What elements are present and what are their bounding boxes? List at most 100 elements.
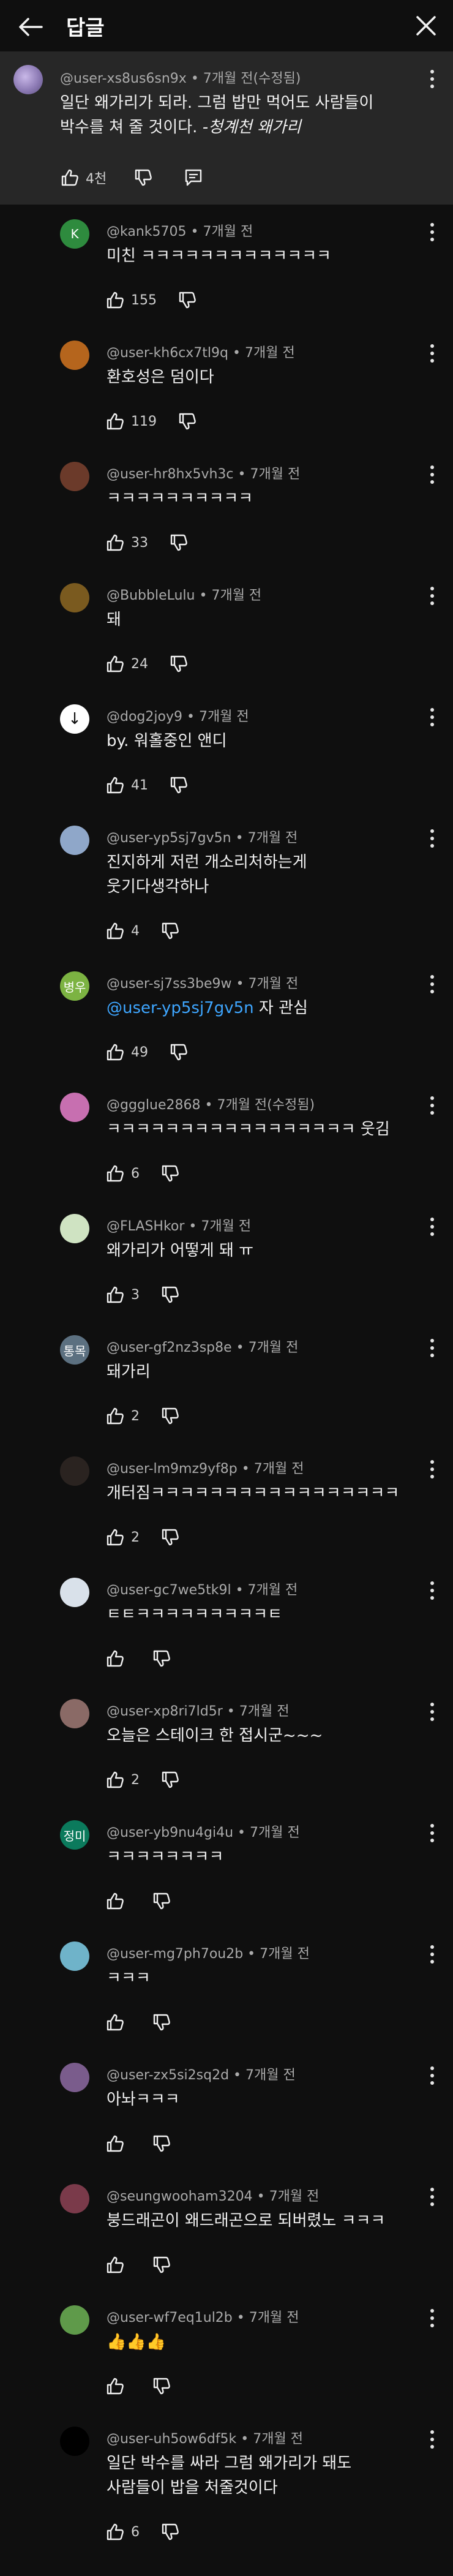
thumbs-down-icon[interactable]: [152, 2255, 171, 2275]
avatar[interactable]: [60, 2063, 89, 2092]
more-options-icon[interactable]: [430, 1096, 435, 1117]
avatar[interactable]: 통목: [60, 1335, 89, 1365]
more-options-icon[interactable]: [430, 708, 435, 729]
thumbs-up-icon[interactable]: [105, 654, 125, 674]
comment-author[interactable]: @FLASHkor: [107, 1219, 184, 1234]
thumbs-up-icon[interactable]: [105, 1042, 125, 1062]
thumbs-down-icon[interactable]: [152, 1649, 171, 1668]
thumbs-up-icon[interactable]: [105, 1649, 125, 1668]
comment-author[interactable]: @seungwooham3204: [107, 2189, 253, 2204]
comment-author[interactable]: @user-kh6cx7tl9q: [107, 345, 228, 361]
thumbs-up-icon[interactable]: [105, 2376, 125, 2396]
thumbs-up-icon[interactable]: [105, 533, 125, 552]
thumbs-down-icon[interactable]: [169, 654, 189, 674]
comment-author[interactable]: @BubbleLulu: [107, 588, 195, 603]
comment-author[interactable]: @user-mg7ph7ou2b: [107, 1946, 243, 1962]
avatar[interactable]: [60, 1699, 89, 1728]
thumbs-down-icon[interactable]: [152, 2134, 171, 2153]
thumbs-down-icon[interactable]: [160, 921, 180, 941]
avatar[interactable]: 병우: [60, 971, 89, 1001]
avatar[interactable]: [60, 1456, 89, 1486]
thumbs-down-icon[interactable]: [152, 2376, 171, 2396]
avatar[interactable]: [60, 1578, 89, 1607]
arrow-left-icon[interactable]: [17, 13, 44, 40]
more-options-icon[interactable]: [430, 1460, 435, 1481]
comment-author[interactable]: @user-lm9mz9yf8p: [107, 1461, 238, 1477]
avatar[interactable]: [60, 2184, 89, 2213]
thumbs-down-icon[interactable]: [169, 775, 189, 795]
thumbs-down-icon[interactable]: [169, 533, 189, 552]
comment-author[interactable]: @user-gc7we5tk9l: [107, 1583, 231, 1598]
thumbs-up-icon[interactable]: [105, 775, 125, 795]
thumbs-up-icon[interactable]: [60, 168, 80, 187]
avatar[interactable]: [60, 826, 89, 855]
avatar[interactable]: [13, 65, 43, 94]
more-options-icon[interactable]: [430, 223, 435, 244]
reply-icon[interactable]: [184, 168, 203, 187]
comment-author[interactable]: @ggglue2868: [107, 1098, 200, 1113]
more-options-icon[interactable]: [430, 465, 435, 486]
thumbs-up-icon[interactable]: [105, 1164, 125, 1183]
thumbs-down-icon[interactable]: [160, 1527, 180, 1547]
comment-author[interactable]: @user-yp5sj7gv5n: [107, 830, 231, 846]
comment-author[interactable]: @user-uh5ow6df5k: [107, 2431, 236, 2447]
thumbs-down-icon[interactable]: [152, 2013, 171, 2032]
avatar[interactable]: [60, 1214, 89, 1243]
thumbs-down-icon[interactable]: [133, 168, 153, 187]
thumbs-down-icon[interactable]: [160, 2522, 180, 2542]
thumbs-up-icon[interactable]: [105, 1770, 125, 1790]
more-options-icon[interactable]: [430, 1339, 435, 1360]
thumbs-down-icon[interactable]: [152, 1891, 171, 1911]
comment-author[interactable]: @kank5705: [107, 224, 187, 239]
thumbs-down-icon[interactable]: [160, 1406, 180, 1426]
thumbs-up-icon[interactable]: [105, 1406, 125, 1426]
comment-author[interactable]: @user-wf7eq1ul2b: [107, 2310, 233, 2326]
comment-author[interactable]: @user-hr8hx5vh3c: [107, 467, 234, 482]
thumbs-up-icon[interactable]: [105, 290, 125, 310]
thumbs-up-icon[interactable]: [105, 412, 125, 431]
more-options-icon[interactable]: [430, 1945, 435, 1966]
avatar[interactable]: K: [60, 219, 89, 249]
more-options-icon[interactable]: [430, 2188, 435, 2209]
avatar[interactable]: [60, 1941, 89, 1971]
avatar[interactable]: [60, 341, 89, 370]
close-icon[interactable]: [413, 12, 440, 39]
avatar[interactable]: [60, 2427, 89, 2456]
thumbs-up-icon[interactable]: [105, 921, 125, 941]
comment-author[interactable]: @dog2joy9: [107, 709, 182, 725]
thumbs-down-icon[interactable]: [178, 412, 197, 431]
more-options-icon[interactable]: [430, 587, 435, 608]
thumbs-up-icon[interactable]: [105, 1285, 125, 1305]
more-options-icon[interactable]: [430, 2309, 435, 2330]
more-options-icon[interactable]: [430, 1581, 435, 1602]
more-options-icon[interactable]: [430, 344, 435, 365]
more-options-icon[interactable]: [430, 2066, 435, 2087]
more-options-icon[interactable]: [430, 1218, 435, 1238]
thumbs-up-icon[interactable]: [105, 2134, 125, 2153]
thumbs-up-icon[interactable]: [105, 2013, 125, 2032]
thumbs-down-icon[interactable]: [169, 1042, 189, 1062]
more-options-icon[interactable]: [430, 1824, 435, 1845]
thumbs-up-icon[interactable]: [105, 2522, 125, 2542]
comment-author[interactable]: @user-sj7ss3be9w: [107, 976, 232, 992]
thumbs-down-icon[interactable]: [160, 1285, 180, 1305]
mention-link[interactable]: @user-yp5sj7gv5n: [107, 999, 254, 1017]
thumbs-up-icon[interactable]: [105, 1527, 125, 1547]
avatar[interactable]: [60, 1093, 89, 1122]
thumbs-down-icon[interactable]: [160, 1164, 180, 1183]
comment-author[interactable]: @user-xs8us6sn9x: [60, 71, 187, 86]
comment-author[interactable]: @user-xp8ri7ld5r: [107, 1704, 223, 1719]
thumbs-up-icon[interactable]: [105, 1891, 125, 1911]
thumbs-down-icon[interactable]: [178, 290, 197, 310]
avatar[interactable]: [60, 583, 89, 612]
comment-author[interactable]: @user-zx5si2sq2d: [107, 2068, 229, 2083]
avatar[interactable]: [60, 2305, 89, 2335]
avatar[interactable]: 정미: [60, 1820, 89, 1850]
avatar[interactable]: [60, 462, 89, 491]
avatar[interactable]: ↓: [60, 704, 89, 734]
comment-author[interactable]: @user-yb9nu4gi4u: [107, 1825, 233, 1840]
comment-author[interactable]: @user-gf2nz3sp8e: [107, 1340, 232, 1355]
more-options-icon[interactable]: [430, 975, 435, 996]
more-options-icon[interactable]: [430, 829, 435, 850]
more-options-icon[interactable]: [430, 1703, 435, 1723]
